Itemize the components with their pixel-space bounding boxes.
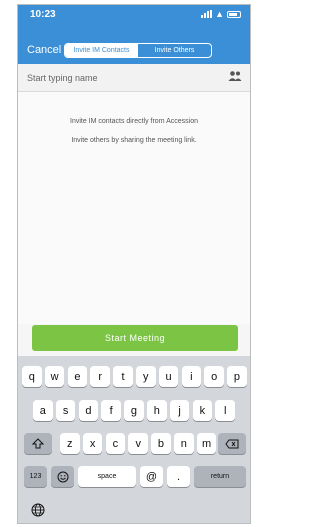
key-g[interactable]: g (124, 400, 144, 421)
key-s[interactable]: s (55, 400, 76, 421)
invite-segmented-control: Invite IM Contacts Invite Others (64, 43, 212, 58)
contacts-icon[interactable] (228, 70, 242, 82)
key-d[interactable]: d (78, 400, 99, 421)
space-key[interactable]: space (78, 466, 136, 487)
key-v[interactable]: v (128, 433, 148, 454)
key-y[interactable]: y (136, 366, 156, 387)
key-c[interactable]: c (105, 433, 126, 454)
wifi-icon: ▲ (215, 9, 224, 19)
key-w[interactable]: w (44, 366, 65, 387)
nav-row: Cancel Invite IM Contacts Invite Others (18, 41, 250, 61)
search-input[interactable] (27, 70, 217, 86)
key-e[interactable]: e (67, 366, 88, 387)
key-q[interactable]: q (22, 366, 42, 387)
emoji-icon (57, 471, 68, 482)
status-icons: ▲ (201, 9, 241, 19)
key-r[interactable]: r (90, 366, 110, 387)
emoji-key[interactable] (51, 466, 74, 487)
key-k[interactable]: k (192, 400, 213, 421)
key-z[interactable]: z (60, 433, 80, 454)
battery-icon (227, 10, 241, 18)
search-bar (18, 64, 250, 92)
cancel-button[interactable]: Cancel (27, 44, 61, 56)
status-bar: 10:23 ▲ (18, 5, 250, 25)
at-key[interactable]: @ (140, 466, 163, 487)
info-line-others: Invite others by sharing the meeting lin… (71, 137, 197, 144)
signal-icon (201, 10, 213, 18)
key-l[interactable]: l (215, 400, 235, 421)
header: 10:23 ▲ Cancel Invite IM Contacts Invite… (18, 5, 250, 64)
key-m[interactable]: m (196, 433, 217, 454)
phone-screen: 10:23 ▲ Cancel Invite IM Contacts Invite… (17, 4, 251, 524)
dot-key[interactable]: . (167, 466, 190, 487)
shift-key[interactable] (24, 433, 52, 454)
key-u[interactable]: u (158, 366, 179, 387)
tab-invite-others[interactable]: Invite Others (138, 44, 211, 57)
key-i[interactable]: i (181, 366, 202, 387)
start-meeting-button[interactable]: Start Meeting (32, 325, 238, 351)
globe-icon[interactable] (31, 503, 45, 517)
key-j[interactable]: j (169, 400, 190, 421)
status-time: 10:23 (30, 9, 56, 20)
key-t[interactable]: t (113, 366, 133, 387)
tab-invite-im-contacts[interactable]: Invite IM Contacts (65, 44, 138, 57)
keyboard: qwertyuiop asdfghjkl zxcvbnm 123 space @ (18, 356, 250, 523)
backspace-key[interactable] (218, 433, 246, 454)
key-o[interactable]: o (204, 366, 224, 387)
return-key[interactable]: return (194, 466, 246, 487)
info-line-im: Invite IM contacts directly from Accessi… (70, 118, 198, 125)
numbers-key[interactable]: 123 (24, 466, 47, 487)
shift-icon (32, 438, 44, 449)
key-a[interactable]: a (33, 400, 53, 421)
key-x[interactable]: x (82, 433, 103, 454)
backspace-icon (225, 439, 239, 448)
key-b[interactable]: b (151, 433, 171, 454)
content-area: Invite IM contacts directly from Accessi… (18, 92, 250, 324)
key-p[interactable]: p (227, 366, 247, 387)
key-f[interactable]: f (101, 400, 121, 421)
key-h[interactable]: h (147, 400, 167, 421)
key-n[interactable]: n (174, 433, 194, 454)
